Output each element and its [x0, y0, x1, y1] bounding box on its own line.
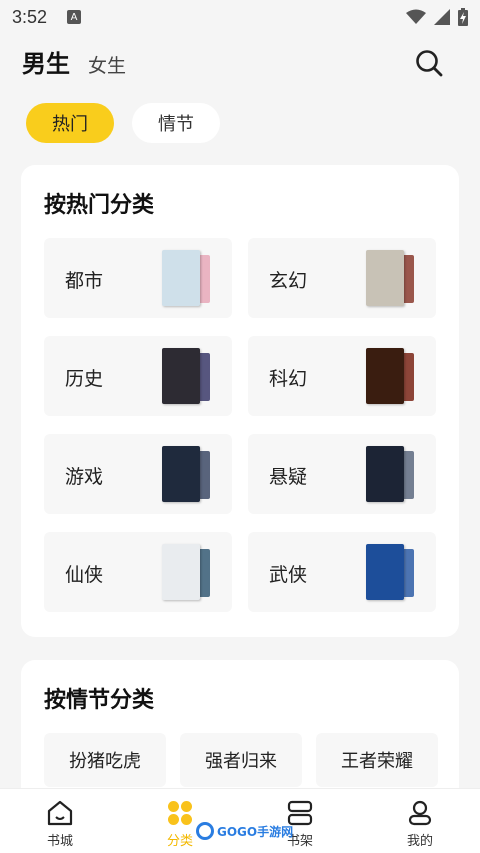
watermark-logo: GOGO手游网: [196, 822, 293, 840]
nav-mine[interactable]: 我的: [360, 789, 480, 853]
category-name: 历史: [65, 368, 104, 390]
book-cover-stack: [162, 544, 212, 600]
category-item[interactable]: 玄幻: [248, 238, 436, 318]
watermark-text: GOGO手游网: [217, 824, 294, 839]
watermark-icon: [196, 822, 214, 840]
plot-tag[interactable]: 王者荣耀: [316, 733, 438, 787]
nav-label: 分类: [166, 834, 193, 849]
category-item[interactable]: 都市: [44, 238, 232, 318]
book-cover-front: [162, 446, 200, 502]
signal-icon: [434, 9, 450, 25]
book-cover-stack: [162, 250, 212, 306]
category-name: 仙侠: [65, 564, 104, 586]
nav-label: 书城: [46, 834, 73, 849]
hot-category-card: 按热门分类 都市 玄幻历史 科幻游戏 悬疑仙侠 武侠: [21, 165, 459, 637]
nav-label: 我的: [406, 834, 433, 849]
book-cover-stack: [162, 348, 212, 404]
gender-tabs: 男生 女生: [22, 44, 126, 79]
status-icons: [406, 8, 468, 26]
tab-male[interactable]: 男生: [22, 44, 70, 79]
user-icon: [408, 800, 432, 826]
section-title: 按情节分类: [44, 688, 155, 713]
book-cover-front: [162, 544, 200, 600]
category-name: 玄幻: [269, 270, 308, 292]
book-cover-front: [366, 348, 404, 404]
book-cover-front: [366, 446, 404, 502]
section-title: 按热门分类: [44, 193, 155, 218]
book-cover-stack: [366, 348, 416, 404]
wifi-icon: [406, 9, 426, 24]
plot-tag-row: 扮猪吃虎 强者归来 王者荣耀: [44, 733, 438, 787]
search-icon: [416, 50, 443, 77]
book-cover-stack: [366, 446, 416, 502]
category-item[interactable]: 科幻: [248, 336, 436, 416]
battery-icon: [458, 8, 468, 26]
category-name: 悬疑: [269, 466, 308, 488]
notification-icon: A: [67, 10, 82, 24]
category-item[interactable]: 历史: [44, 336, 232, 416]
category-item[interactable]: 武侠: [248, 532, 436, 612]
category-icon: [168, 801, 192, 825]
book-cover-stack: [162, 446, 212, 502]
plot-tag[interactable]: 强者归来: [180, 733, 302, 787]
tab-plot[interactable]: 情节: [132, 103, 220, 143]
category-item[interactable]: 游戏: [44, 434, 232, 514]
search-button[interactable]: [414, 48, 444, 78]
book-cover-front: [162, 250, 200, 306]
category-item[interactable]: 悬疑: [248, 434, 436, 514]
nav-category[interactable]: 分类: [120, 789, 240, 853]
type-tabs: 热门 情节: [26, 103, 220, 143]
plot-tag[interactable]: 扮猪吃虎: [44, 733, 166, 787]
home-icon: [47, 800, 73, 826]
category-name: 科幻: [269, 368, 308, 390]
category-item[interactable]: 仙侠: [44, 532, 232, 612]
book-cover-front: [366, 544, 404, 600]
book-cover-stack: [366, 544, 416, 600]
category-grid: 都市 玄幻历史 科幻游戏 悬疑仙侠 武侠: [44, 238, 436, 612]
status-time: 3:52: [12, 6, 48, 27]
category-name: 游戏: [65, 466, 104, 488]
bottom-nav: 书城 分类 书架 我的: [0, 788, 480, 853]
status-bar: 3:52 A: [0, 0, 480, 34]
nav-bookshelf[interactable]: 书架: [240, 789, 360, 853]
book-cover-stack: [366, 250, 416, 306]
book-cover-front: [366, 250, 404, 306]
book-cover-front: [162, 348, 200, 404]
category-name: 都市: [65, 270, 104, 292]
tab-female[interactable]: 女生: [88, 51, 126, 78]
nav-bookstore[interactable]: 书城: [0, 789, 120, 853]
category-name: 武侠: [269, 564, 308, 586]
tab-hot[interactable]: 热门: [26, 103, 114, 143]
